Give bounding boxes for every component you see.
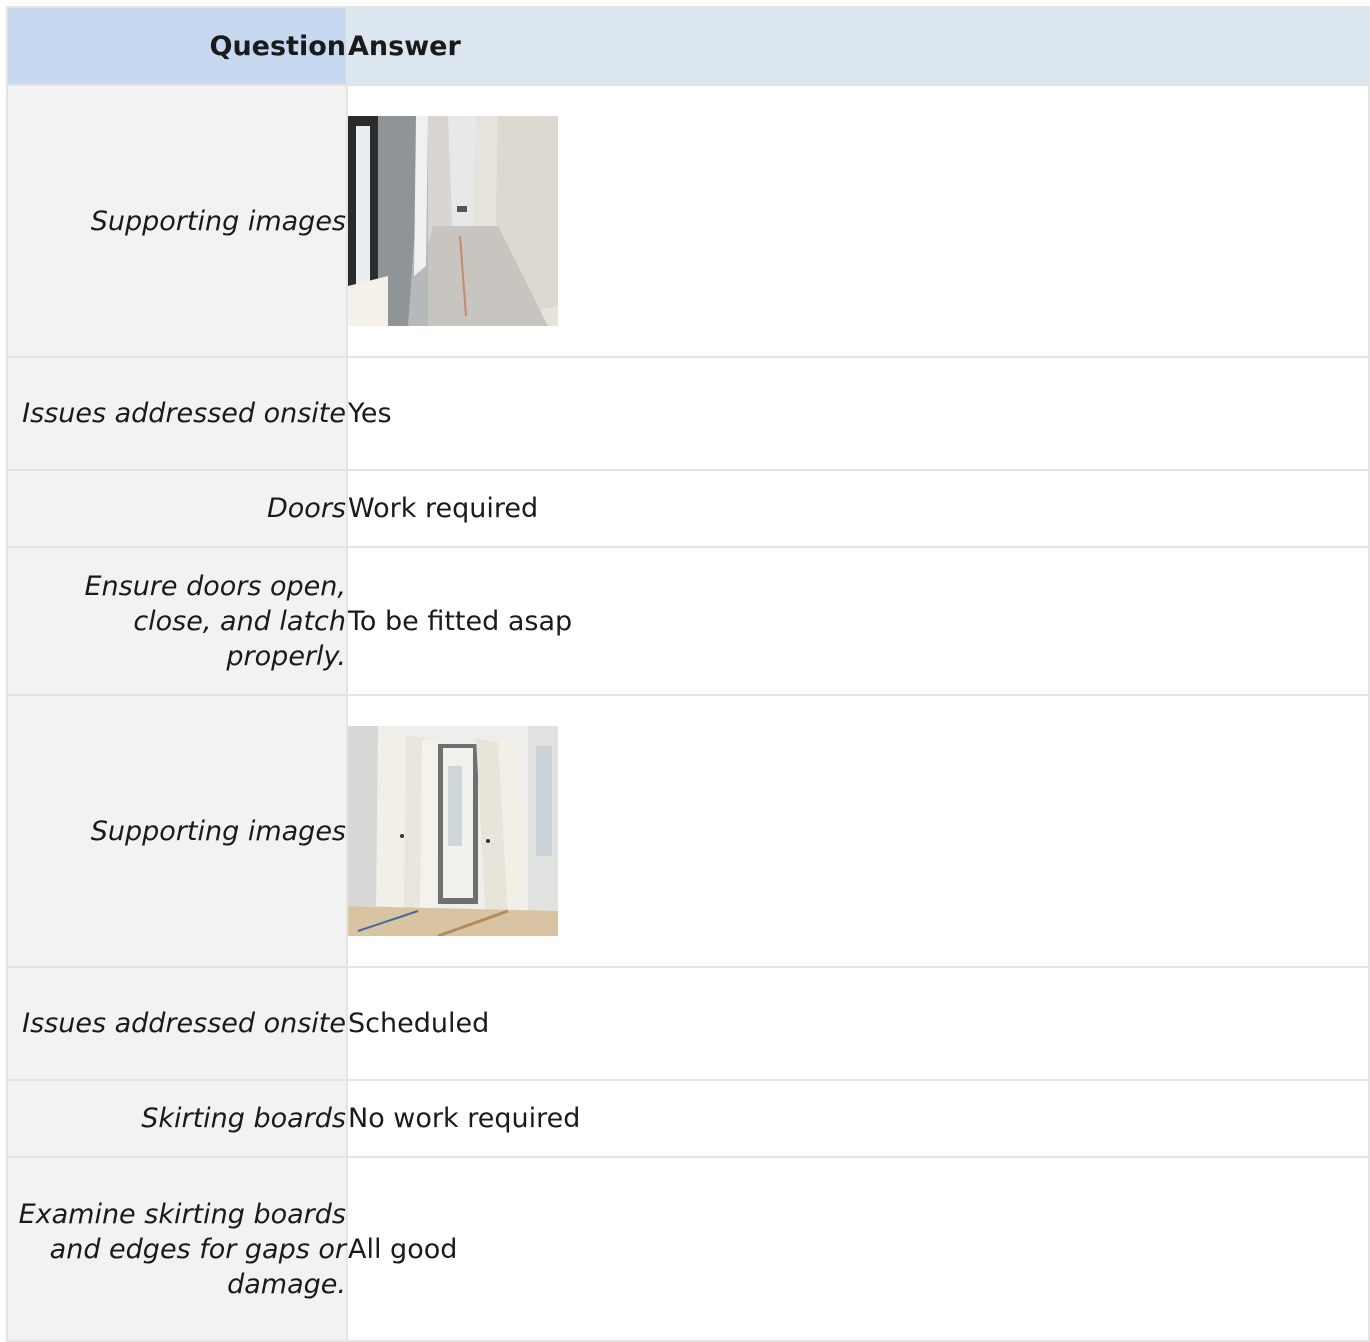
question-cell: Examine skirting boards and edges for ga…: [6, 1156, 348, 1342]
answer-cell: All good: [346, 1156, 1370, 1342]
inspection-table: Question Answer Supporting images Issues…: [6, 6, 1370, 1342]
question-cell: Skirting boards: [6, 1079, 348, 1158]
question-cell: Doors: [6, 469, 348, 548]
answer-column-header: Answer: [346, 6, 1370, 86]
table-row: Supporting images: [6, 84, 1370, 358]
question-cell: Supporting images: [6, 84, 348, 358]
answer-cell: No work required: [346, 1079, 1370, 1158]
answer-cell: Work required: [346, 469, 1370, 548]
table-row: Doors Work required: [6, 469, 1370, 548]
answer-cell: [346, 694, 1370, 968]
question-column-header: Question: [6, 6, 348, 86]
question-cell: Issues addressed onsite: [6, 356, 348, 471]
answer-cell: Scheduled: [346, 966, 1370, 1081]
table-row: Issues addressed onsite Yes: [6, 356, 1370, 471]
table-row: Skirting boards No work required: [6, 1079, 1370, 1158]
table-row: Ensure doors open, close, and latch prop…: [6, 546, 1370, 696]
answer-cell: Yes: [346, 356, 1370, 471]
question-cell: Supporting images: [6, 694, 348, 968]
table-header-row: Question Answer: [6, 6, 1370, 86]
question-cell: Ensure doors open, close, and latch prop…: [6, 546, 348, 696]
doors-leaning-photo[interactable]: [348, 726, 558, 936]
table-row: Supporting images: [6, 694, 1370, 968]
question-cell: Issues addressed onsite: [6, 966, 348, 1081]
answer-cell: To be fitted asap: [346, 546, 1370, 696]
hallway-window-photo[interactable]: [348, 116, 558, 326]
table-row: Issues addressed onsite Scheduled: [6, 966, 1370, 1081]
table-row: Examine skirting boards and edges for ga…: [6, 1156, 1370, 1342]
answer-cell: [346, 84, 1370, 358]
